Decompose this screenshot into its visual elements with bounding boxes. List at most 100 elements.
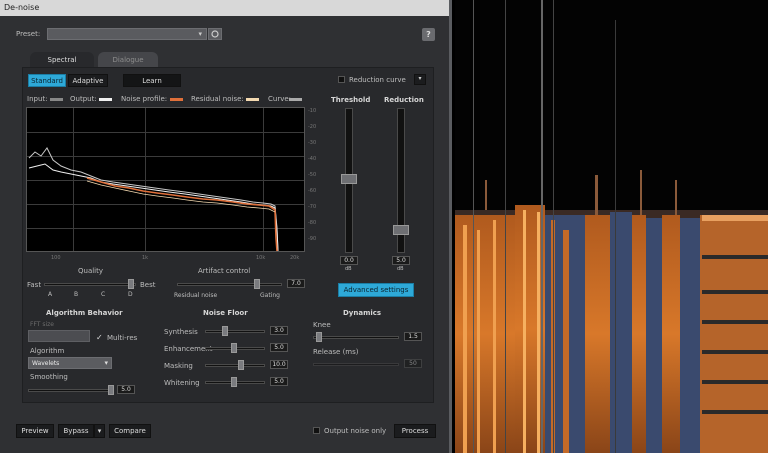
spectrum-curves [28,147,279,251]
threshold-value[interactable]: 0.0 [340,256,358,265]
noise-floor-title: Noise Floor [203,309,248,317]
y-tick: -40 [308,156,317,162]
reduction-unit: dB [397,266,404,272]
process-button[interactable]: Process [394,424,436,438]
spectrogram-view[interactable] [455,0,768,453]
adaptive-label: Adaptive [72,76,104,85]
legend-output-swatch [99,98,112,101]
compare-button[interactable]: Compare [109,424,151,438]
output-noise-only-label: Output noise only [324,427,387,435]
whitening-slider-thumb[interactable] [231,377,237,387]
masking-label: Masking [164,362,193,370]
help-icon[interactable]: ? [422,28,435,41]
bypass-button[interactable]: Bypass [58,424,94,438]
y-tick: -60 [308,188,317,194]
legend-residual-noise: Residual noise: [191,95,244,103]
threshold-title: Threshold [331,96,371,104]
y-tick: -80 [308,220,317,226]
enhancement-value[interactable]: 5.0 [270,343,288,352]
quality-title: Quality [78,267,104,275]
legend-output: Output: [70,95,97,103]
fft-size-dropdown[interactable] [28,330,90,342]
gear-icon [211,30,219,38]
artifact-control-slider[interactable] [177,283,282,286]
threshold-slider-thumb[interactable] [341,174,357,184]
reduction-curve-label: Reduction curve [349,76,406,84]
y-tick: -10 [308,108,317,114]
reduction-value[interactable]: 5.0 [392,256,410,265]
quality-slider-thumb[interactable] [128,279,134,289]
whitening-value[interactable]: 5.0 [270,377,288,386]
x-tick: 100 [51,255,61,261]
reduction-curve-checkbox[interactable] [338,76,345,83]
synthesis-slider-thumb[interactable] [222,326,228,336]
bypass-dropdown[interactable]: ▾ [94,424,105,438]
y-tick: -70 [308,204,317,210]
preset-options-button[interactable] [208,28,222,40]
synthesis-label: Synthesis [164,328,198,336]
algorithm-dropdown[interactable]: Wavelets ▾ [28,357,112,369]
knee-slider[interactable] [313,336,399,339]
tab-spectral[interactable]: Spectral [30,52,94,67]
algorithm-behavior-title: Algorithm Behavior [46,309,123,317]
tab-spectral-label: Spectral [47,55,77,64]
artifact-control-value[interactable]: 7.0 [287,279,305,288]
legend-noise-profile: Noise profile: [121,95,168,103]
y-tick: -50 [308,172,317,178]
reduction-slider-thumb[interactable] [393,225,409,235]
knee-slider-thumb[interactable] [316,332,322,342]
synthesis-value[interactable]: 3.0 [270,326,288,335]
artifact-gating-label: Gating [260,292,280,299]
smoothing-value[interactable]: 5.0 [117,385,135,394]
advanced-settings-label: Advanced settings [343,286,409,294]
legend-residual-noise-swatch [246,98,259,101]
multi-res-label: Multi-res [107,334,138,342]
smoothing-slider[interactable] [28,389,114,392]
reduction-title: Reduction [384,96,424,104]
y-tick: -30 [308,140,317,146]
artifact-control-slider-thumb[interactable] [254,279,260,289]
legend-input-swatch [50,98,63,101]
release-slider[interactable] [313,363,399,366]
reduction-curve-dropdown[interactable]: ▾ [414,74,426,85]
bypass-label: Bypass [63,427,89,435]
adaptive-button[interactable]: Adaptive [68,74,108,87]
enhancement-slider-thumb[interactable] [231,343,237,353]
legend-curve-swatch [289,98,302,101]
masking-value[interactable]: 10.0 [270,360,288,369]
knee-label: Knee [313,321,331,329]
chevron-down-icon: ▾ [418,75,422,82]
quality-best-label: Best [140,281,156,289]
quality-slider[interactable] [44,283,136,286]
legend-curve: Curve: [268,95,292,103]
quality-fast-label: Fast [27,281,42,289]
artifact-residual-label: Residual noise [174,292,218,299]
masking-slider[interactable] [205,364,265,367]
whitening-label: Whitening [164,379,200,387]
preset-dropdown[interactable]: ▾ [47,28,207,40]
learn-button[interactable]: Learn [123,74,181,87]
masking-slider-thumb[interactable] [238,360,244,370]
quality-mark-b: B [74,291,79,298]
synthesis-slider[interactable] [205,330,265,333]
denoise-window: De-noise Preset: ▾ ? Spectral Dialogue S… [0,0,452,453]
preview-button[interactable]: Preview [16,424,54,438]
output-noise-only-checkbox[interactable] [313,427,320,434]
dynamics-title: Dynamics [343,309,382,317]
spectrum-graph[interactable] [26,107,305,252]
legend-noise-profile-swatch [170,98,183,101]
release-value[interactable]: 50 [404,359,422,368]
tab-dialogue[interactable]: Dialogue [98,52,158,67]
x-tick: 10k [256,255,266,261]
smoothing-label: Smoothing [30,373,68,381]
multi-res-check-icon[interactable]: ✓ [96,333,103,342]
knee-value[interactable]: 1.5 [404,332,422,341]
release-label: Release (ms) [313,348,359,356]
y-tick: -90 [308,236,317,242]
smoothing-slider-thumb[interactable] [108,385,114,395]
quality-mark-d: D [128,291,133,298]
advanced-settings-button[interactable]: Advanced settings [338,283,414,297]
algorithm-value: Wavelets [32,360,60,367]
standard-button[interactable]: Standard [28,74,66,87]
window-titlebar[interactable]: De-noise [0,0,449,16]
